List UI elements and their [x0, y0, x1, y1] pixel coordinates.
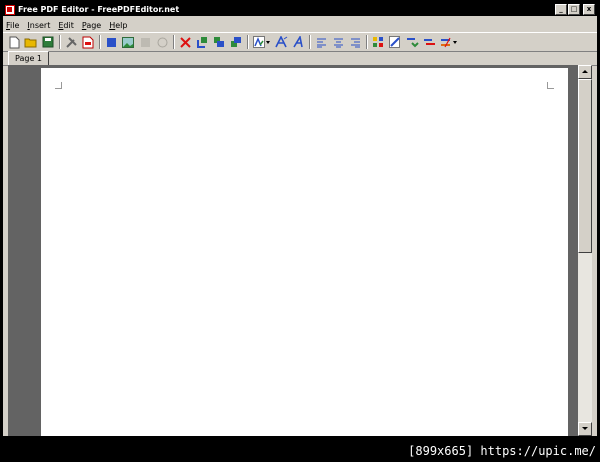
- delete-icon[interactable]: [178, 35, 192, 49]
- scroll-down-button[interactable]: [578, 422, 592, 436]
- align-center-icon[interactable]: [331, 35, 345, 49]
- minimize-button[interactable]: _: [555, 4, 567, 15]
- line-down-icon[interactable]: [405, 35, 419, 49]
- page-margin-corner-top-left: [55, 82, 62, 89]
- text-italic-a-icon[interactable]: [291, 35, 305, 49]
- save-disk-icon[interactable]: [41, 35, 55, 49]
- tab-page-1[interactable]: Page 1: [8, 51, 49, 66]
- page-tab-strip: Page 1: [3, 51, 597, 66]
- menu-page-label: age: [86, 20, 102, 30]
- rectangle-icon: [138, 35, 152, 49]
- toolbar-separator: [366, 35, 368, 49]
- pdf-app-icon[interactable]: [5, 4, 15, 15]
- align-right-icon[interactable]: [348, 35, 362, 49]
- bring-forward-icon[interactable]: [195, 35, 209, 49]
- maximize-button[interactable]: □: [568, 4, 580, 15]
- line-color-dropdown-icon[interactable]: [439, 35, 457, 49]
- menu-bar: File Insert Edit Page Help: [3, 18, 597, 32]
- grid-icon[interactable]: [371, 35, 385, 49]
- tools-icon[interactable]: [64, 35, 78, 49]
- menu-help-label: elp: [115, 20, 128, 30]
- open-folder-icon[interactable]: [24, 35, 38, 49]
- menu-insert-label: nsert: [29, 20, 51, 30]
- new-document-icon[interactable]: [7, 35, 21, 49]
- menu-edit[interactable]: Edit: [58, 21, 74, 30]
- close-button[interactable]: x: [583, 4, 595, 15]
- menu-help[interactable]: Help: [109, 21, 127, 30]
- document-canvas[interactable]: [8, 65, 583, 436]
- scroll-up-button[interactable]: [578, 65, 592, 79]
- title-bar[interactable]: Free PDF Editor - FreePDFEditor.net _ □ …: [3, 3, 597, 16]
- toolbar-separator: [309, 35, 311, 49]
- menu-insert[interactable]: Insert: [27, 21, 50, 30]
- text-block-icon[interactable]: [104, 35, 118, 49]
- page-margin-corner-top-right: [547, 82, 554, 89]
- vertical-scrollbar[interactable]: [578, 65, 592, 436]
- menu-edit-label: dit: [63, 20, 74, 30]
- send-backward-icon[interactable]: [212, 35, 226, 49]
- align-left-icon[interactable]: [314, 35, 328, 49]
- line-style-icon[interactable]: [422, 35, 436, 49]
- pdf-page[interactable]: [41, 68, 568, 436]
- window-title: Free PDF Editor - FreePDFEditor.net: [18, 5, 180, 14]
- font-color-dropdown-icon[interactable]: [252, 35, 270, 49]
- image-icon[interactable]: [121, 35, 135, 49]
- toolbar-separator: [173, 35, 175, 49]
- text-style-a-icon[interactable]: [274, 35, 288, 49]
- ellipse-icon: [155, 35, 169, 49]
- pdf-properties-icon[interactable]: [81, 35, 95, 49]
- menu-file-label: ile: [10, 20, 20, 30]
- bring-to-front-icon[interactable]: [229, 35, 243, 49]
- edit-properties-icon[interactable]: [388, 35, 402, 49]
- app-window: Free PDF Editor - FreePDFEditor.net _ □ …: [0, 0, 600, 440]
- screenshot-size-watermark: [899x665] https://upic.me/: [404, 441, 600, 462]
- toolbar-separator: [247, 35, 249, 49]
- menu-page[interactable]: Page: [82, 21, 101, 30]
- window-controls: _ □ x: [555, 4, 595, 15]
- menu-file[interactable]: File: [6, 21, 19, 30]
- toolbar-separator: [99, 35, 101, 49]
- toolbar-separator: [59, 35, 61, 49]
- scroll-thumb[interactable]: [578, 79, 592, 253]
- toolbar: [3, 32, 597, 52]
